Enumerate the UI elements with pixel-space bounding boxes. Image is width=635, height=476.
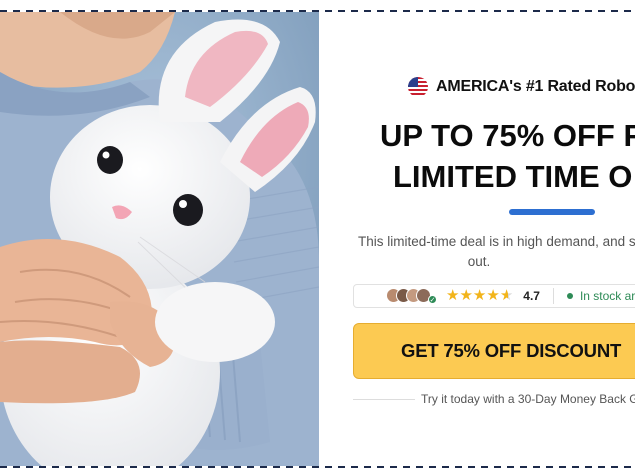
stock-status: In stock ar bbox=[579, 289, 635, 303]
dashed-border-bottom bbox=[0, 466, 635, 468]
offer-panel: AMERICA's #1 Rated Robo UP TO 75% OFF F … bbox=[319, 12, 635, 466]
description: This limited-time deal is in high demand… bbox=[358, 232, 635, 272]
divider bbox=[353, 398, 415, 400]
headline: UP TO 75% OFF F LIMITED TIME O bbox=[319, 115, 635, 197]
half-star-icon: ★ bbox=[499, 287, 514, 304]
guarantee-text: Try it today with a 30-Day Money Back Gu bbox=[421, 392, 635, 406]
dashed-border-top bbox=[0, 10, 635, 12]
divider bbox=[552, 288, 554, 304]
star-rating: ★ ★ ★ ★ ★ bbox=[446, 288, 513, 304]
cta-label: GET 75% OFF DISCOUNT bbox=[401, 340, 622, 361]
rating-value: 4.7 bbox=[523, 289, 540, 303]
badge-text: AMERICA's #1 Rated Robo bbox=[436, 78, 635, 95]
get-discount-button[interactable]: GET 75% OFF DISCOUNT bbox=[353, 323, 635, 379]
headline-line-1: UP TO 75% OFF F bbox=[380, 118, 635, 153]
social-proof-bar: ✓ ★ ★ ★ ★ ★ 4.7 In stock ar bbox=[353, 284, 635, 308]
customer-avatars: ✓ bbox=[386, 287, 442, 305]
description-line-1: This limited-time deal is in high demand… bbox=[358, 234, 635, 249]
accent-divider bbox=[509, 209, 595, 215]
star-icon: ★ bbox=[486, 287, 500, 304]
star-icon: ★ bbox=[446, 287, 460, 304]
description-line-2: out. bbox=[467, 254, 491, 269]
verified-check-icon: ✓ bbox=[428, 295, 437, 304]
guarantee-note: Try it today with a 30-Day Money Back Gu bbox=[353, 391, 635, 407]
headline-line-2: LIMITED TIME O bbox=[393, 159, 633, 194]
in-stock-dot-icon bbox=[566, 293, 573, 299]
product-photo bbox=[0, 12, 319, 466]
star-icon: ★ bbox=[459, 287, 473, 304]
star-icon: ★ bbox=[472, 287, 487, 304]
us-flag-icon bbox=[408, 77, 428, 97]
rating-badge: AMERICA's #1 Rated Robo bbox=[408, 76, 635, 98]
